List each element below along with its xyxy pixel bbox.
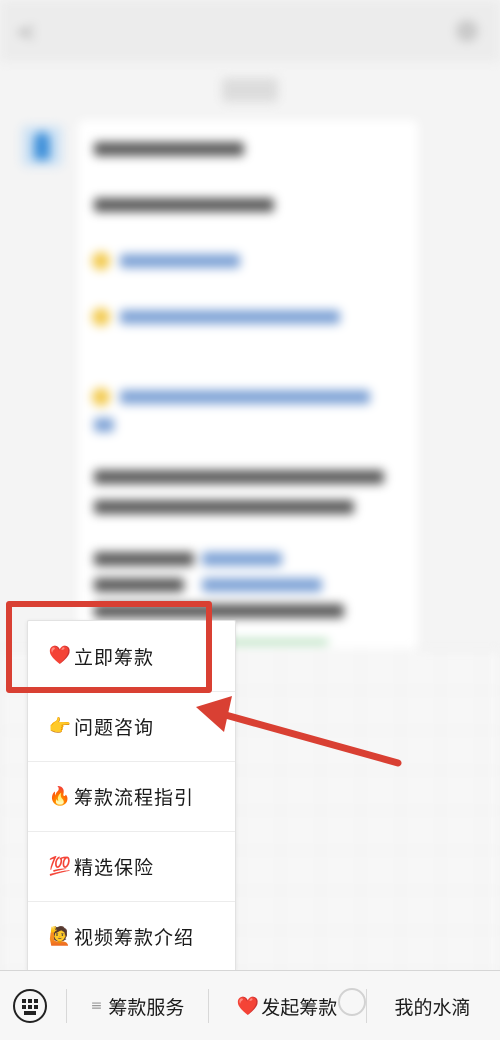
bottom-menu-bar: ≡ 筹款服务 ❤️ 发起筹款 我的水滴 <box>0 970 500 1040</box>
tab-label: 发起筹款 <box>261 996 338 1019</box>
message-bubble <box>78 120 418 650</box>
menu-item-process-guide[interactable]: 🔥 筹款流程指引 <box>28 761 235 831</box>
tab-label: 我的水滴 <box>394 996 471 1019</box>
profile-icon[interactable] <box>456 20 478 42</box>
highlight-box <box>6 601 212 693</box>
tab-my-shuidi[interactable]: 我的水滴 <box>370 989 495 1023</box>
menu-lines-icon: ≡ <box>90 998 103 1014</box>
menu-item-consultation[interactable]: 👉 问题咨询 <box>28 691 235 761</box>
menu-item-label: 筹款流程指引 <box>74 787 195 809</box>
hundred-points-icon: 💯 <box>48 855 72 877</box>
timestamp-chip <box>222 78 278 102</box>
screen: < ❤️ 立即筹款 👉 问题咨询 🔥 筹款流程指引 💯 精选保险 🙋 视频筹款介… <box>0 0 500 1040</box>
menu-item-selected-insurance[interactable]: 💯 精选保险 <box>28 831 235 901</box>
heart-icon: ❤️ <box>236 995 260 1017</box>
keyboard-icon[interactable] <box>13 989 47 1023</box>
fire-icon: 🔥 <box>48 785 72 807</box>
back-icon[interactable]: < <box>16 18 36 46</box>
menu-item-video-intro[interactable]: 🙋 视频筹款介绍 <box>28 901 235 971</box>
menu-item-label: 视频筹款介绍 <box>74 927 195 949</box>
watermark-logo <box>338 988 366 1016</box>
menu-item-label: 问题咨询 <box>74 717 155 739</box>
top-nav-bar: < <box>0 0 500 62</box>
pointing-hand-icon: 👉 <box>48 715 72 737</box>
tab-label: 筹款服务 <box>108 996 185 1019</box>
avatar <box>22 126 62 166</box>
tab-fundraising-services[interactable]: ≡ 筹款服务 <box>70 989 205 1023</box>
raising-hand-icon: 🙋 <box>48 925 72 947</box>
menu-item-label: 精选保险 <box>74 857 155 879</box>
